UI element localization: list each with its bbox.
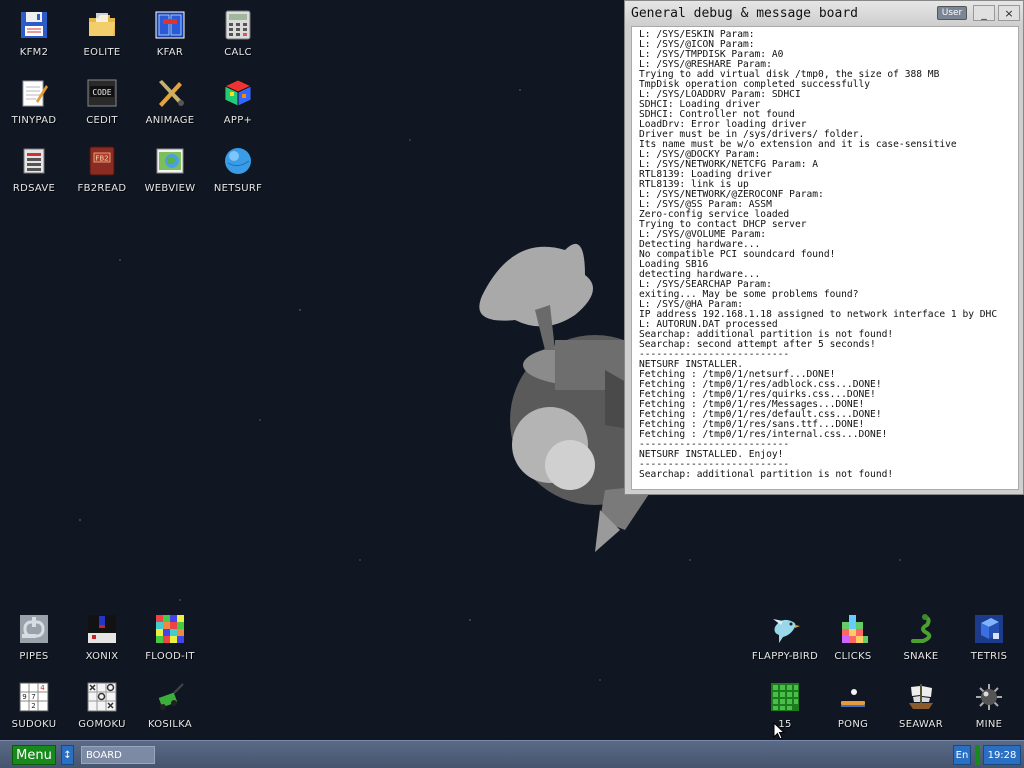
desktop-icon-webview[interactable]: WEBVIEW	[136, 136, 204, 200]
svg-text:9: 9	[22, 693, 26, 701]
desktop-icon-animage[interactable]: ANIMAGE	[136, 68, 204, 132]
desktop-icon-label: PONG	[837, 719, 869, 730]
desktop-icon-label: FLAPPY-BIRD	[751, 651, 819, 662]
clock[interactable]: 19:28	[983, 745, 1021, 765]
desktop-icon-flappy-bird[interactable]: FLAPPY-BIRD	[751, 604, 819, 668]
snake-icon	[911, 614, 932, 643]
web-page-icon	[156, 148, 184, 174]
desktop-icon-clicks[interactable]: CLICKS	[819, 604, 887, 668]
user-button[interactable]: User	[937, 6, 967, 20]
desktop-icon-tetris[interactable]: TETRIS	[955, 604, 1023, 668]
desktop-icon-pipes[interactable]: PIPES	[0, 604, 68, 668]
desktop-icon-label: KOSILKA	[147, 719, 193, 730]
desktop-icon-fb2read[interactable]: FB2 FB2READ	[68, 136, 136, 200]
xonix-icon	[88, 615, 116, 643]
menu-button[interactable]: Menu	[12, 745, 56, 765]
desktop-icon-kfar[interactable]: KFAR	[136, 0, 204, 64]
sudoku-icon: 9 74 2	[19, 682, 49, 712]
desktop-icon-label: WEBVIEW	[144, 183, 196, 194]
desktop-icon-sudoku[interactable]: 974 2 SUDOKU	[0, 672, 68, 736]
desktop-icon-label: CLICKS	[834, 651, 872, 662]
kfar-icon	[155, 11, 185, 39]
close-button[interactable]: ×	[998, 5, 1020, 21]
mouse-cursor-icon	[773, 722, 785, 740]
desktop-icon-eolite[interactable]: EOLITE	[68, 0, 136, 64]
desktop-icon-app-plus[interactable]: APP+	[204, 68, 272, 132]
fifteen-puzzle-icon	[771, 683, 799, 711]
paint-tools-icon	[159, 80, 184, 107]
desktop-icon-rdsave[interactable]: RDSAVE	[0, 136, 68, 200]
window-titlebar[interactable]: General debug & message board User _ ×	[625, 1, 1023, 25]
gomoku-icon	[87, 682, 117, 712]
desktop-icon-label: MINE	[975, 719, 1003, 730]
desktop-icon-label: KFAR	[156, 47, 184, 58]
desktop-icon-label: GOMOKU	[78, 719, 126, 730]
desktop-icon-label: KFM2	[19, 47, 49, 58]
ramdisk-save-icon	[23, 148, 45, 174]
desktop-icon-netsurf[interactable]: NETSURF	[204, 136, 272, 200]
globe-icon	[225, 148, 251, 174]
tray-separator	[975, 745, 980, 765]
book-icon: FB2	[89, 146, 115, 176]
desktop-icon-label: XONIX	[85, 651, 119, 662]
desktop-icon-label: PIPES	[19, 651, 49, 662]
desktop-icon-pong[interactable]: PONG	[819, 672, 887, 736]
desktop-icon-seawar[interactable]: SEAWAR	[887, 672, 955, 736]
desktop-icon-label: ANIMAGE	[145, 115, 195, 126]
notepad-icon	[22, 80, 48, 107]
pipes-icon	[20, 615, 48, 643]
svg-text:FB2: FB2	[95, 155, 108, 163]
desktop-icon-calc[interactable]: CALC	[204, 0, 272, 64]
task-button-board[interactable]: BOARD	[81, 746, 155, 764]
desktop-icon-kosilka[interactable]: KOSILKA	[136, 672, 204, 736]
keyboard-language-button[interactable]: En	[953, 745, 971, 765]
desktop-icon-cedit[interactable]: CODE CEDIT	[68, 68, 136, 132]
desktop-icon-label: SNAKE	[903, 651, 939, 662]
debug-board-window[interactable]: General debug & message board User _ × L…	[624, 0, 1024, 495]
sailing-ship-icon	[909, 684, 933, 709]
pong-icon	[841, 689, 865, 707]
desktop-icon-snake[interactable]: SNAKE	[887, 604, 955, 668]
svg-text:2: 2	[31, 702, 35, 710]
desktop-icon-label: APP+	[223, 115, 253, 126]
clicks-blocks-icon	[842, 615, 868, 643]
desktop-icon-label: FB2READ	[77, 183, 127, 194]
desktop-icon-label: TETRIS	[970, 651, 1008, 662]
desktop-icon-mine[interactable]: MINE	[955, 672, 1023, 736]
desktop-icon-label: SUDOKU	[11, 719, 57, 730]
desktop-icon-label: FLOOD-IT	[145, 651, 195, 662]
desktop-icon-tinypad[interactable]: TINYPAD	[0, 68, 68, 132]
debug-log[interactable]: L: /SYS/ESKIN Param: L: /SYS/@ICON Param:…	[631, 26, 1019, 490]
rubiks-cube-icon	[224, 79, 252, 107]
desktop-icon-gomoku[interactable]: GOMOKU	[68, 672, 136, 736]
code-editor-icon: CODE	[87, 79, 117, 107]
window-title: General debug & message board	[631, 5, 858, 21]
floppy-disk-icon	[21, 12, 47, 38]
desktop-icon-label: EOLITE	[83, 47, 121, 58]
desktop-icon-15[interactable]: 15	[751, 672, 819, 736]
desktop-icon-label: NETSURF	[213, 183, 263, 194]
calculator-icon	[225, 10, 251, 40]
minimize-button[interactable]: _	[973, 5, 995, 21]
flood-it-icon	[156, 615, 184, 643]
svg-text:4: 4	[40, 684, 45, 692]
folder-icon	[89, 13, 115, 36]
lawn-mower-icon	[158, 683, 184, 710]
bird-icon	[773, 619, 800, 643]
desktop-icon-kfm2[interactable]: KFM2	[0, 0, 68, 64]
taskbar: Menu ↕ BOARD En 19:28	[0, 740, 1024, 768]
svg-text:CODE: CODE	[92, 88, 111, 97]
tetris-icon	[975, 615, 1003, 643]
desktop-icon-label: RDSAVE	[12, 183, 56, 194]
mine-icon	[976, 684, 1002, 710]
desktop-icon-label: TINYPAD	[11, 115, 57, 126]
desktop-icon-label: CEDIT	[86, 115, 118, 126]
desktop-icon-flood-it[interactable]: FLOOD-IT	[136, 604, 204, 668]
log-line: Searchap: additional partition is not fo…	[639, 469, 894, 480]
svg-text:7: 7	[31, 693, 35, 701]
desktop-icon-label: CALC	[224, 47, 252, 58]
desktop-icon-label: SEAWAR	[899, 719, 943, 730]
scroll-tasks-icon[interactable]: ↕	[61, 745, 74, 765]
desktop-icon-xonix[interactable]: XONIX	[68, 604, 136, 668]
